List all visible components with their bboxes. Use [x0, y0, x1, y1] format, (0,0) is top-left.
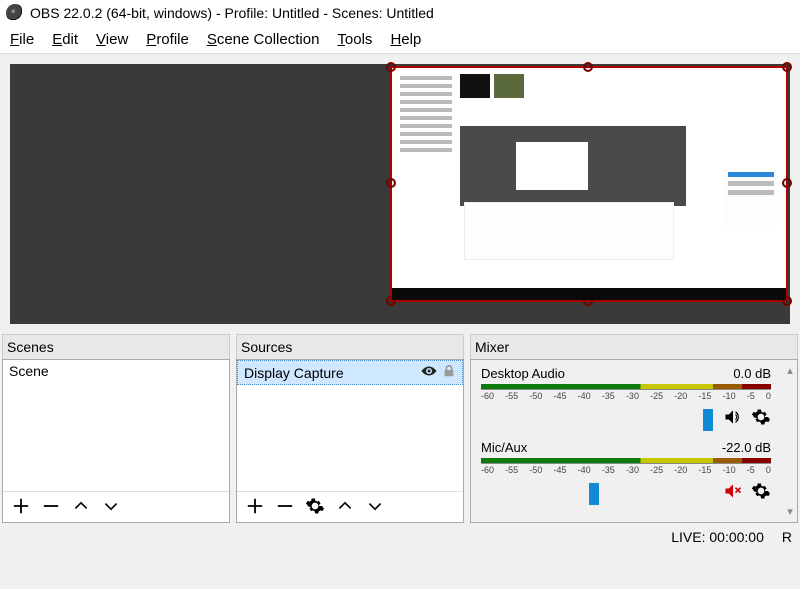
scenes-toolbar: [3, 491, 229, 522]
capture-content: [392, 288, 786, 300]
resize-handle-icon[interactable]: [782, 178, 792, 188]
volume-slider[interactable]: [589, 483, 599, 505]
resize-handle-icon[interactable]: [782, 62, 792, 72]
sources-list[interactable]: Display Capture: [236, 359, 464, 523]
bottom-panels: Scenes Scene Sources: [0, 334, 800, 523]
capture-content: [460, 74, 660, 114]
menu-profile[interactable]: Profile: [146, 31, 189, 48]
channel-settings-button[interactable]: [751, 407, 771, 432]
live-status: LIVE: 00:00:00: [671, 529, 764, 545]
channel-settings-button[interactable]: [751, 481, 771, 506]
scenes-header: Scenes: [2, 334, 230, 359]
mixer-panel: Mixer Desktop Audio 0.0 dB -60-55-50-45-…: [470, 334, 798, 523]
menu-edit[interactable]: Edit: [52, 31, 78, 48]
audio-meter: [481, 384, 771, 390]
menu-view[interactable]: View: [96, 31, 128, 48]
title-bar: OBS 22.0.2 (64-bit, windows) - Profile: …: [0, 0, 800, 26]
move-source-down-button[interactable]: [365, 496, 385, 516]
mixer-body: Desktop Audio 0.0 dB -60-55-50-45-40-35-…: [470, 359, 798, 523]
sources-header: Sources: [236, 334, 464, 359]
capture-content: [464, 202, 674, 260]
status-bar: LIVE: 00:00:00 R: [0, 523, 800, 549]
resize-handle-icon[interactable]: [386, 62, 396, 72]
source-item[interactable]: Display Capture: [237, 360, 463, 385]
mixer-channel-level: 0.0 dB: [733, 366, 771, 381]
mixer-channel-desktop-audio: Desktop Audio 0.0 dB -60-55-50-45-40-35-…: [471, 360, 783, 434]
add-source-button[interactable]: [245, 496, 265, 516]
meter-ticks: -60-55-50-45-40-35-30-25-20-15-10-50: [481, 465, 771, 475]
mixer-channel-level: -22.0 dB: [722, 440, 771, 455]
menu-tools[interactable]: Tools: [337, 31, 372, 48]
preview-area[interactable]: [10, 64, 790, 324]
sources-toolbar: [237, 491, 463, 522]
source-item-label: Display Capture: [244, 365, 344, 381]
remove-source-button[interactable]: [275, 496, 295, 516]
volume-slider[interactable]: [703, 409, 713, 431]
sources-panel: Sources Display Capture: [236, 334, 464, 523]
capture-content: [724, 168, 778, 226]
rec-status: R: [782, 529, 792, 545]
mixer-header: Mixer: [470, 334, 798, 359]
audio-meter: [481, 458, 771, 464]
app-logo-icon: [6, 4, 24, 22]
menu-help[interactable]: Help: [390, 31, 421, 48]
capture-content: [460, 126, 686, 206]
mixer-channel-name: Desktop Audio: [481, 366, 565, 381]
menu-bar: File Edit View Profile Scene Collection …: [0, 26, 800, 54]
window-title: OBS 22.0.2 (64-bit, windows) - Profile: …: [30, 5, 434, 21]
resize-handle-icon[interactable]: [583, 62, 593, 72]
mixer-channel-mic-aux: Mic/Aux -22.0 dB -60-55-50-45-40-35-30-2…: [471, 434, 783, 508]
capture-content: [396, 72, 456, 282]
scenes-list[interactable]: Scene: [2, 359, 230, 523]
add-scene-button[interactable]: [11, 496, 31, 516]
lock-toggle-icon[interactable]: [442, 364, 456, 381]
scroll-down-icon[interactable]: ▾: [783, 505, 797, 518]
mixer-channel-name: Mic/Aux: [481, 440, 527, 455]
move-scene-down-button[interactable]: [101, 496, 121, 516]
move-source-up-button[interactable]: [335, 496, 355, 516]
visibility-toggle-icon[interactable]: [420, 364, 438, 381]
resize-handle-icon[interactable]: [386, 178, 396, 188]
scene-item[interactable]: Scene: [3, 360, 229, 382]
move-scene-up-button[interactable]: [71, 496, 91, 516]
display-capture-source[interactable]: [390, 66, 788, 302]
source-properties-button[interactable]: [305, 496, 325, 516]
menu-file[interactable]: File: [10, 31, 34, 48]
menu-scene-collection[interactable]: Scene Collection: [207, 31, 320, 48]
scroll-up-icon[interactable]: ▴: [783, 364, 797, 377]
meter-ticks: -60-55-50-45-40-35-30-25-20-15-10-50: [481, 391, 771, 401]
mute-toggle-icon[interactable]: [723, 482, 743, 505]
scenes-panel: Scenes Scene: [2, 334, 230, 523]
mute-toggle-icon[interactable]: [723, 408, 743, 431]
remove-scene-button[interactable]: [41, 496, 61, 516]
